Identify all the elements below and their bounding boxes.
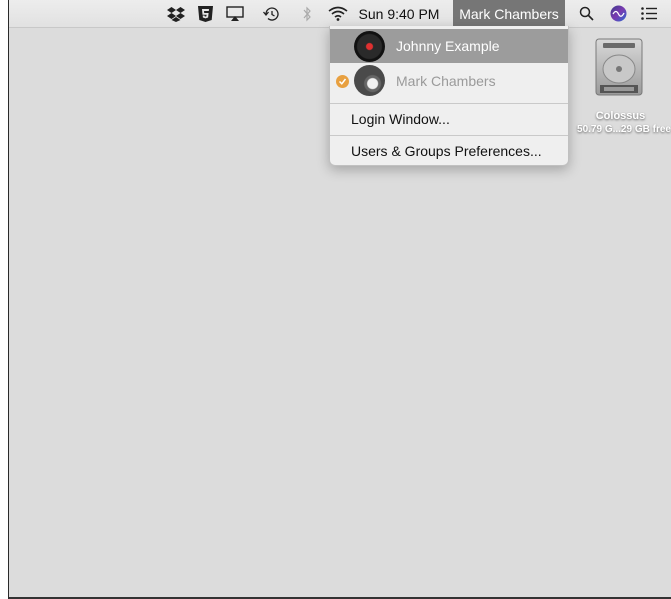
avatar <box>354 65 385 96</box>
menu-bar: Sun 9:40 PM Mark Chambers <box>9 0 671 28</box>
desktop: Sun 9:40 PM Mark Chambers Colossus 50.79… <box>8 0 671 599</box>
menu-item-login-window[interactable]: Login Window... <box>330 106 568 132</box>
notification-center-icon[interactable] <box>637 0 661 27</box>
spotlight-icon[interactable] <box>575 0 597 27</box>
menu-item-label: Users & Groups Preferences... <box>351 143 542 159</box>
menu-item-label: Login Window... <box>351 111 450 127</box>
disk-name[interactable]: Colossus <box>569 110 671 122</box>
menu-separator <box>330 135 568 136</box>
disk-info: 50.79 G...29 GB free <box>577 124 671 135</box>
menu-item-mark-chambers[interactable]: Mark Chambers <box>330 64 568 98</box>
dropbox-icon[interactable] <box>165 0 187 27</box>
html5-icon[interactable] <box>195 0 215 27</box>
hard-drive-icon[interactable] <box>594 37 644 97</box>
avatar <box>354 31 385 62</box>
menu-item-label: Mark Chambers <box>396 73 496 89</box>
menu-item-johnny-example[interactable]: Johnny Example <box>330 29 568 63</box>
menu-item-label: Johnny Example <box>396 38 500 54</box>
time-machine-icon[interactable] <box>260 0 282 27</box>
menu-item-users-groups-preferences[interactable]: Users & Groups Preferences... <box>330 138 568 164</box>
bluetooth-icon[interactable] <box>299 0 315 27</box>
wifi-icon[interactable] <box>327 0 349 27</box>
airplay-icon[interactable] <box>224 0 246 27</box>
clock[interactable]: Sun 9:40 PM <box>353 0 445 27</box>
menu-separator <box>330 103 568 104</box>
user-switcher-menu: Johnny Example Mark Chambers Login Windo… <box>329 26 569 166</box>
siri-icon[interactable] <box>607 0 629 27</box>
user-menu-button[interactable]: Mark Chambers <box>453 0 565 27</box>
checkmark-icon <box>336 74 349 88</box>
